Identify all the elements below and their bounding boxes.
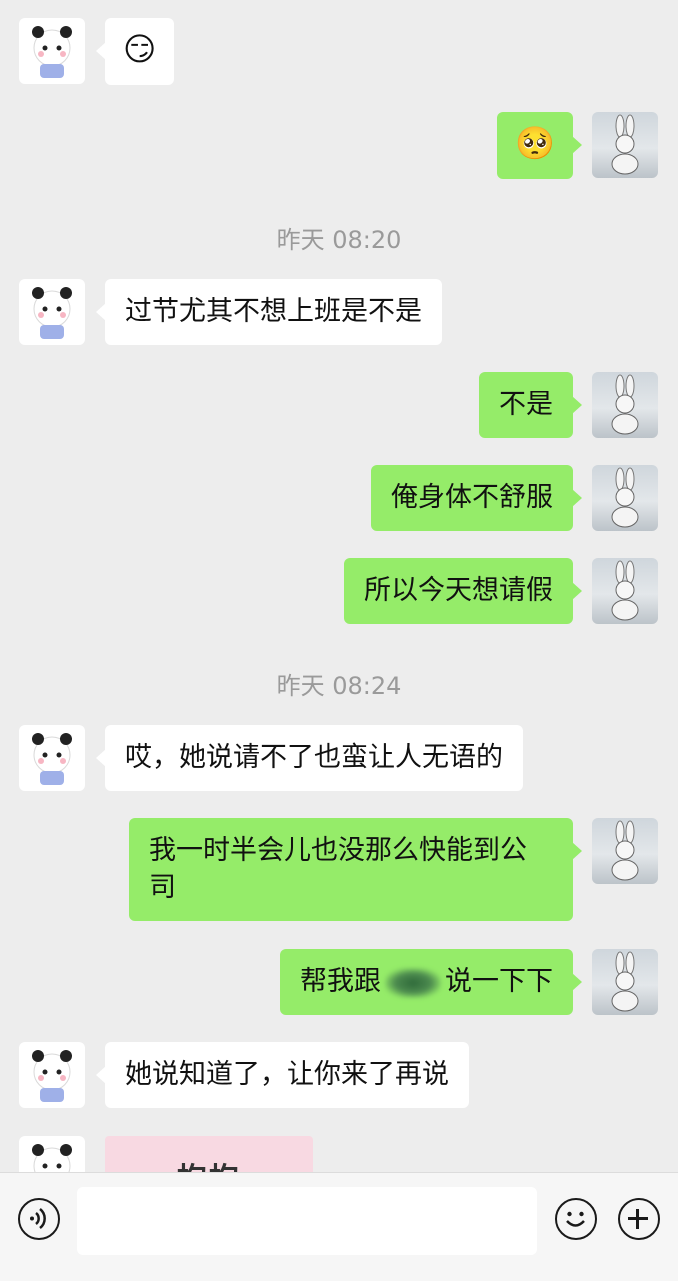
pleading-emoji: 🥺 xyxy=(515,124,555,162)
message-text: 帮我跟 xyxy=(300,966,381,997)
input-bar xyxy=(0,1172,678,1281)
my-avatar[interactable] xyxy=(592,112,658,178)
voice-icon[interactable] xyxy=(18,1198,60,1240)
message-bubble-incoming[interactable]: 😏 xyxy=(95,18,175,85)
message-text: 俺身体不舒服 xyxy=(391,482,553,513)
message-bubble-outgoing[interactable]: 不是 xyxy=(479,372,582,438)
timestamp: 昨天 08:20 xyxy=(276,226,402,254)
message-text: 她说知道了，让你来了再说 xyxy=(125,1059,449,1090)
message-text: 不是 xyxy=(499,389,553,420)
message-bubble-outgoing[interactable]: 所以今天想请假 xyxy=(344,558,582,624)
my-avatar[interactable] xyxy=(592,558,658,624)
contact-avatar[interactable] xyxy=(19,279,85,345)
plus-icon[interactable] xyxy=(618,1198,660,1240)
contact-avatar[interactable] xyxy=(19,725,85,791)
message-text: 我一时半会儿也没那么快能到公司 xyxy=(149,835,527,903)
my-avatar[interactable] xyxy=(592,949,658,1015)
my-avatar[interactable] xyxy=(592,465,658,531)
message-bubble-outgoing[interactable]: 帮我跟 说一下下 xyxy=(280,949,582,1015)
contact-avatar[interactable] xyxy=(19,1042,85,1108)
message-bubble-outgoing[interactable]: 俺身体不舒服 xyxy=(371,465,582,531)
message-bubble-outgoing[interactable]: 🥺 xyxy=(497,112,582,179)
my-avatar[interactable] xyxy=(592,372,658,438)
message-text: 所以今天想请假 xyxy=(364,575,553,606)
my-avatar[interactable] xyxy=(592,818,658,884)
chat-area[interactable]: 😏 🥺 昨天 08:20 过节尤其不想上班是不是 不是 俺身体不舒服 所以今天想… xyxy=(0,0,678,1172)
emoji-icon[interactable] xyxy=(555,1198,597,1240)
message-bubble-outgoing[interactable]: 我一时半会儿也没那么快能到公司 xyxy=(129,818,582,921)
redacted-name xyxy=(385,967,441,998)
message-text: 过节尤其不想上班是不是 xyxy=(125,296,422,327)
contact-avatar[interactable] xyxy=(19,1136,85,1172)
sticker-text: 抱抱 xyxy=(177,1154,241,1172)
message-bubble-incoming[interactable]: 她说知道了，让你来了再说 xyxy=(96,1042,469,1108)
message-input[interactable] xyxy=(77,1187,537,1255)
message-text: 说一下下 xyxy=(445,966,553,997)
timestamp: 昨天 08:24 xyxy=(276,672,402,700)
contact-avatar[interactable] xyxy=(19,18,85,84)
message-bubble-incoming[interactable]: 过节尤其不想上班是不是 xyxy=(96,279,442,345)
smirk-emoji: 😏 xyxy=(123,30,157,68)
message-text: 哎，她说请不了也蛮让人无语的 xyxy=(125,742,503,773)
sticker-message[interactable]: 抱抱 xyxy=(105,1136,313,1172)
message-bubble-incoming[interactable]: 哎，她说请不了也蛮让人无语的 xyxy=(96,725,523,791)
